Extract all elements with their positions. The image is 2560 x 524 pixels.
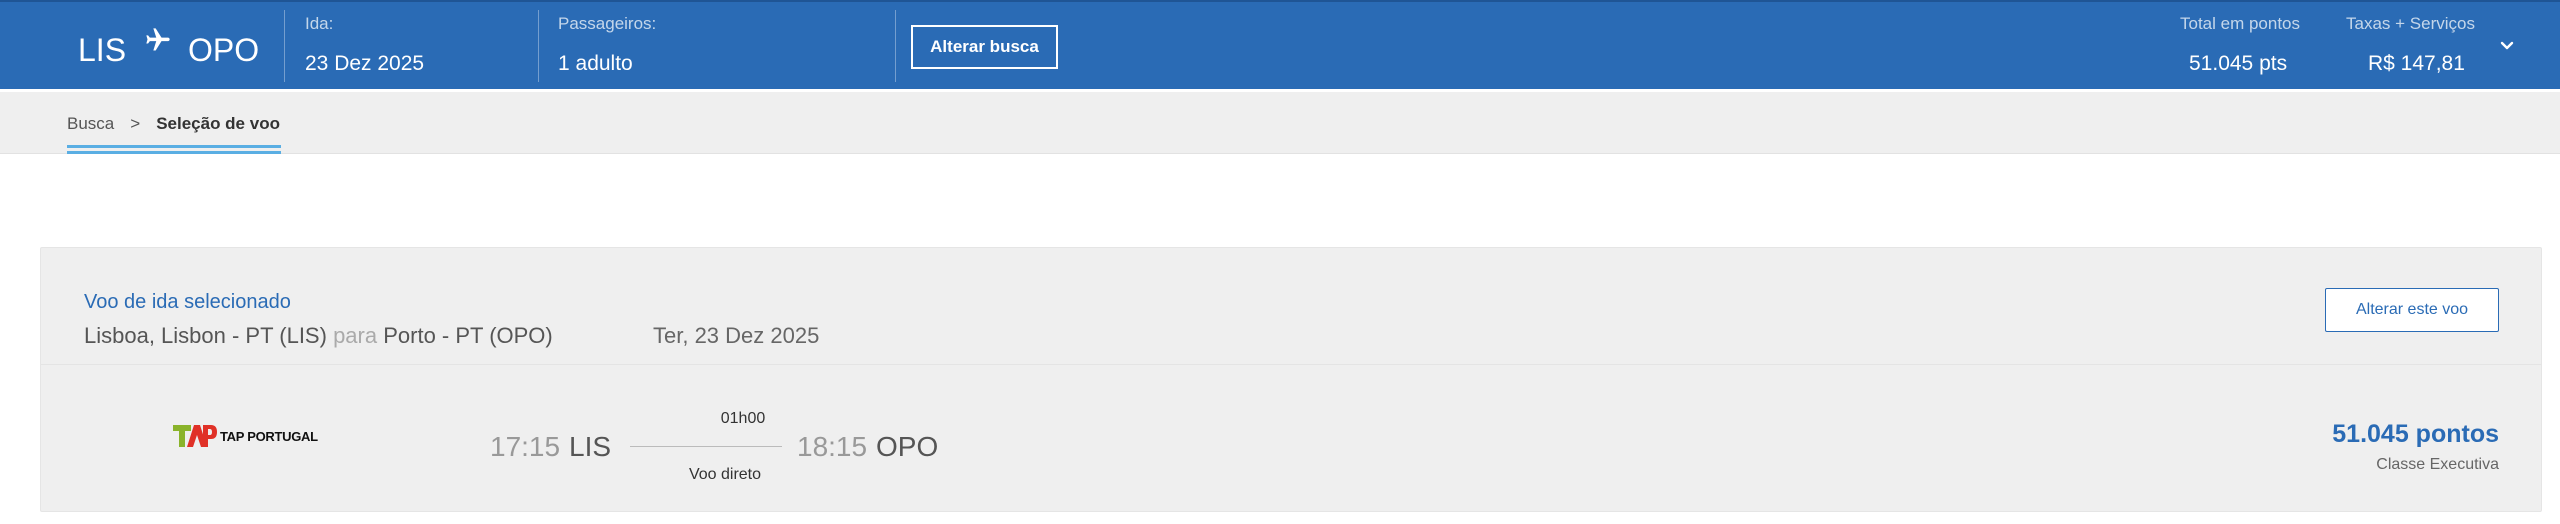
- selected-flight-title: Voo de ida selecionado: [84, 291, 291, 313]
- active-step-indicator: [67, 145, 281, 154]
- departure-airport-code: LIS: [569, 431, 612, 462]
- selected-flight-card: Voo de ida selecionado Lisboa, Lisbon - …: [40, 247, 2542, 512]
- airline-logo: TAP PORTUGAL: [173, 423, 318, 449]
- route-connector: para: [333, 323, 378, 348]
- total-points-value: 51.045 pts: [2189, 52, 2288, 75]
- fees-label: Taxas + Serviços: [2346, 14, 2475, 33]
- breadcrumb-item-current: Seleção de voo: [156, 114, 280, 133]
- departure-label: Ida:: [305, 14, 334, 33]
- fees-value: R$ 147,81: [2368, 52, 2465, 75]
- flight-points-price: 51.045 pontos: [2332, 420, 2499, 448]
- flight-path-line: [630, 446, 782, 447]
- airplane-icon: [146, 28, 170, 51]
- passengers-value: 1 adulto: [558, 52, 633, 75]
- arrival-airport-code: OPO: [876, 431, 939, 462]
- airline-name: TAP PORTUGAL: [220, 428, 318, 444]
- total-points-label: Total em pontos: [2180, 14, 2301, 33]
- breadcrumb-item-busca[interactable]: Busca: [67, 114, 114, 134]
- destination-code: OPO: [188, 31, 260, 68]
- departure-time: 17:15: [490, 431, 561, 462]
- divider: [538, 10, 539, 82]
- change-flight-button[interactable]: Alterar este voo: [2325, 288, 2499, 332]
- arrival-time: 18:15: [797, 431, 868, 462]
- breadcrumb: Busca > Seleção de voo: [67, 114, 280, 134]
- divider: [41, 364, 2541, 365]
- breadcrumb-bar: Busca > Seleção de voo: [0, 92, 2560, 154]
- departure-date: 23 Dez 2025: [305, 52, 425, 75]
- flight-stops: Voo direto: [688, 466, 762, 483]
- origin-code: LIS: [78, 31, 127, 68]
- flight-route-text: Lisboa, Lisbon - PT (LIS) para Porto - P…: [84, 323, 553, 349]
- cabin-class: Classe Executiva: [2376, 456, 2499, 473]
- tap-logo-icon: [173, 425, 217, 447]
- passengers-label: Passageiros:: [558, 14, 657, 33]
- breadcrumb-separator: >: [130, 114, 141, 133]
- search-summary-header: LIS OPO Ida: 23 Dez 2025 Passageiros: 1 …: [0, 0, 2560, 89]
- route-summary: LIS OPO: [78, 28, 260, 70]
- divider: [284, 10, 285, 82]
- flight-duration: 01h00: [720, 410, 766, 427]
- divider: [895, 10, 896, 82]
- destination-full: Porto - PT (OPO): [383, 323, 553, 348]
- chevron-down-icon[interactable]: [2496, 37, 2518, 55]
- origin-full: Lisboa, Lisbon - PT (LIS): [84, 323, 327, 348]
- flight-date: Ter, 23 Dez 2025: [653, 323, 820, 348]
- alter-search-button[interactable]: Alterar busca: [911, 25, 1058, 69]
